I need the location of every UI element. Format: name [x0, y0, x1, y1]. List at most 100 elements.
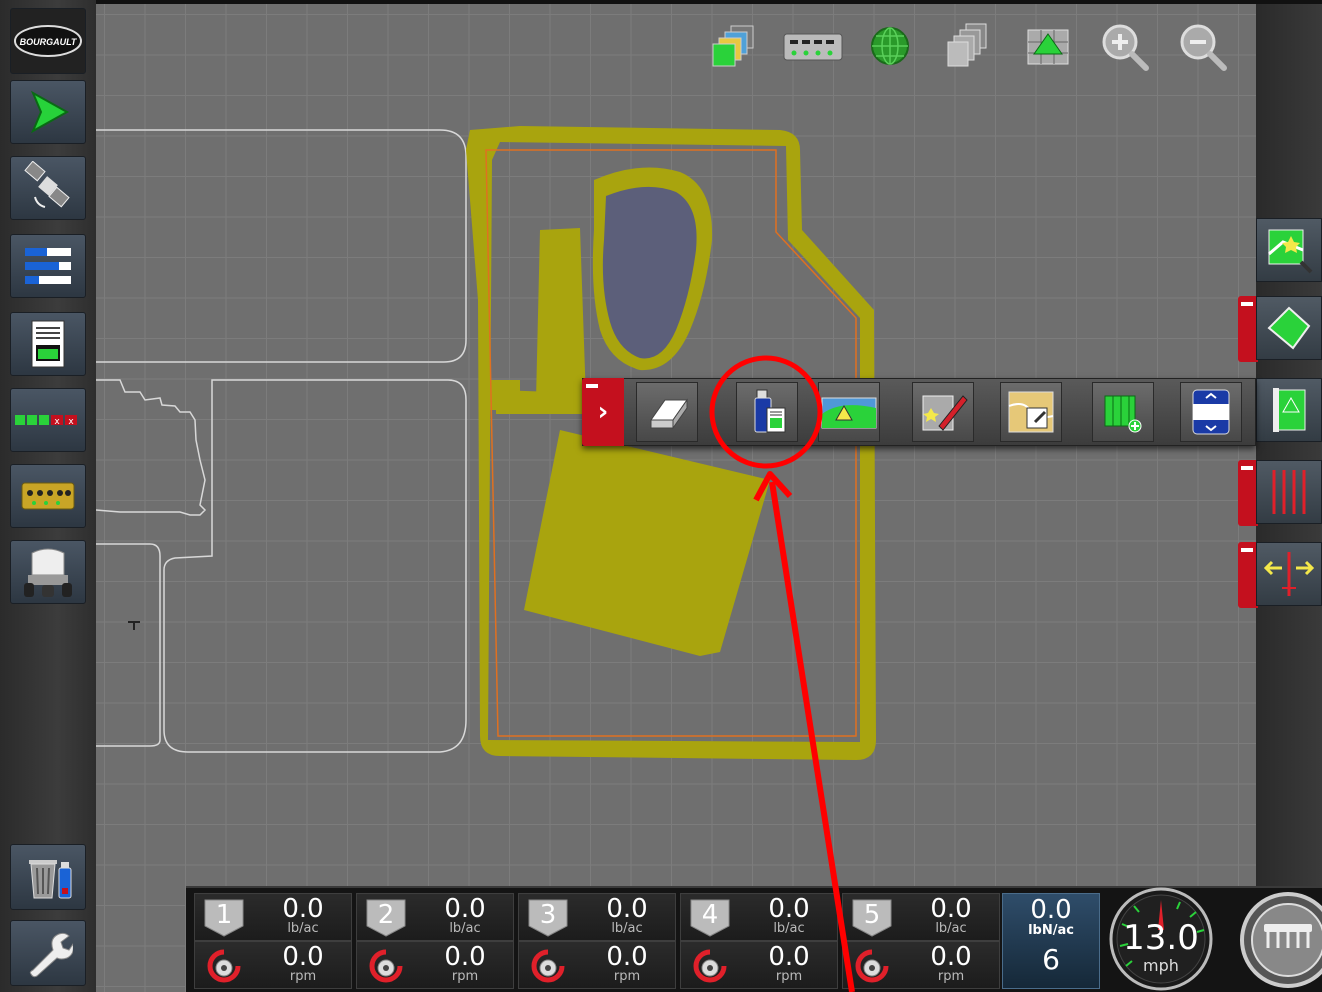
sections-button[interactable]: x x: [10, 388, 86, 452]
target-rate-panel[interactable]: 0.0 lbN/ac 6: [1002, 893, 1100, 989]
field-map-drawing: [96, 126, 876, 760]
field-marker-icon: [821, 397, 877, 429]
meter-2-rpm[interactable]: 0.0 rpm: [356, 941, 514, 989]
hazard-button[interactable]: [1256, 378, 1322, 442]
zoom-in-icon: [1102, 24, 1149, 71]
rpm-gear-icon: [207, 949, 241, 983]
add-section-icon: [1104, 395, 1142, 433]
meters-button[interactable]: [10, 464, 86, 528]
meter-number: 3: [539, 900, 557, 930]
field-boundary-icon: [1267, 306, 1311, 350]
shift-icon: [1263, 552, 1315, 596]
field-boundary-tab[interactable]: [1238, 296, 1258, 362]
svg-text:x: x: [54, 417, 60, 427]
layers-button[interactable]: [706, 20, 762, 72]
job-info-button[interactable]: [10, 234, 86, 298]
meter-rate-unit: lb/ac: [449, 921, 481, 936]
green-arrow-icon: [30, 90, 70, 134]
section-control-icon: x x: [15, 415, 77, 427]
meter-rpm-value: 0.0: [768, 942, 810, 972]
add-section-button[interactable]: [1092, 382, 1154, 442]
meter-rate-value: 0.0: [768, 894, 810, 924]
meter-number: 1: [215, 900, 233, 930]
usb-coverage-icon: [754, 389, 786, 433]
speed-value: 13.0: [1123, 918, 1199, 958]
meter-3-rpm[interactable]: 0.0 rpm: [518, 941, 676, 989]
scroll-list-button[interactable]: [1180, 382, 1242, 442]
meter-rate-value: 0.0: [444, 894, 486, 924]
meter-2-rate[interactable]: 2 0.0 lb/ac: [356, 893, 514, 941]
document-icon: [31, 320, 65, 368]
eraser-icon: [650, 398, 688, 430]
meter-rate-unit: lb/ac: [935, 921, 967, 936]
data-manager-button[interactable]: [10, 844, 86, 910]
rpm-gear-icon: [369, 949, 403, 983]
globe-button[interactable]: [862, 20, 918, 72]
meter-rpm-unit: rpm: [289, 969, 317, 984]
meter-5-rpm[interactable]: 0.0 rpm: [842, 941, 1000, 989]
implement-status-button[interactable]: [1238, 888, 1322, 992]
rpm-gear-icon: [855, 949, 889, 983]
meter-rpm-value: 0.0: [444, 942, 486, 972]
zoom-out-button[interactable]: [1174, 20, 1230, 72]
rpm-gear-icon: [531, 949, 565, 983]
top-meters-button[interactable]: [780, 20, 846, 72]
meter-3-rate[interactable]: 3 0.0 lb/ac: [518, 893, 676, 941]
meter-rpm-unit: rpm: [937, 969, 965, 984]
svg-text:BOURGAULT: BOURGAULT: [20, 37, 78, 47]
shift-button[interactable]: [1256, 542, 1322, 606]
bourgault-logo: BOURGAULT: [14, 25, 82, 57]
logo-button[interactable]: BOURGAULT: [10, 8, 86, 74]
gps-button[interactable]: [10, 156, 86, 220]
field-view-button[interactable]: [1020, 20, 1076, 72]
meter-rate-unit: lb/ac: [287, 921, 319, 936]
rpm-gear-icon: [693, 949, 727, 983]
meter-5-rate[interactable]: 5 0.0 lb/ac: [842, 893, 1000, 941]
zoom-in-button[interactable]: [1096, 20, 1152, 72]
settings-button[interactable]: [10, 920, 86, 986]
meter-rpm-value: 0.0: [606, 942, 648, 972]
meter-number: 5: [863, 900, 881, 930]
reports-button[interactable]: [10, 312, 86, 376]
target-rate-value: 0.0: [1030, 895, 1072, 925]
meter-number: 2: [377, 900, 395, 930]
target-count: 6: [1042, 943, 1060, 976]
field-map[interactable]: [96, 4, 1256, 992]
shift-tab[interactable]: [1238, 542, 1258, 608]
screen: BOURGAULT x x › 1 0.0 lb/ac 0.0 rpm 2 0.…: [0, 0, 1322, 992]
guidance-button[interactable]: [10, 80, 86, 144]
popup-collapse-button[interactable]: ›: [582, 378, 624, 446]
field-boundary-button[interactable]: [1256, 296, 1322, 360]
hazard-icon: [1273, 388, 1306, 432]
map-search-button[interactable]: [1256, 218, 1322, 282]
meter-4-rate[interactable]: 4 0.0 lb/ac: [680, 893, 838, 941]
meter-4-rpm[interactable]: 0.0 rpm: [680, 941, 838, 989]
guidance-lines-button[interactable]: [1256, 460, 1322, 524]
edit-map-button[interactable]: [912, 382, 974, 442]
save-coverage-usb-button[interactable]: [736, 382, 798, 442]
meter-rpm-unit: rpm: [775, 969, 803, 984]
guidance-lines-icon: [1272, 470, 1306, 514]
layers-icon: [712, 25, 754, 67]
import-map-icon: [1008, 391, 1054, 433]
target-rate-unit: lbN/ac: [1028, 923, 1074, 938]
meter-1-rate[interactable]: 1 0.0 lb/ac: [194, 893, 352, 941]
meters-icon: [21, 482, 75, 510]
meter-rpm-unit: rpm: [613, 969, 641, 984]
guidance-lines-tab[interactable]: [1238, 460, 1258, 526]
scroll-list-icon: [1192, 389, 1230, 435]
import-map-button[interactable]: [1000, 382, 1062, 442]
meter-1-rpm[interactable]: 0.0 rpm: [194, 941, 352, 989]
zoom-out-icon: [1180, 24, 1227, 71]
wrench-icon: [29, 932, 73, 978]
erase-coverage-button[interactable]: [636, 382, 698, 442]
map-search-icon: [1268, 229, 1313, 274]
pages-button[interactable]: [940, 20, 996, 72]
implement-button[interactable]: [10, 540, 86, 604]
field-marker-button[interactable]: [818, 382, 880, 442]
satellite-icon: [24, 161, 70, 208]
meter-rate-value: 0.0: [606, 894, 648, 924]
meter-rpm-value: 0.0: [930, 942, 972, 972]
meter-rate-value: 0.0: [282, 894, 324, 924]
air-cart-icon: [24, 548, 72, 597]
